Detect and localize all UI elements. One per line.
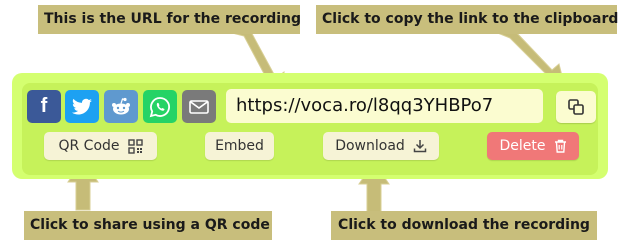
reddit-share-button[interactable] xyxy=(104,90,138,123)
recording-url-field[interactable]: https://voca.ro/l8qq3YHBPo7 xyxy=(226,89,543,123)
download-label: Download xyxy=(335,138,405,154)
copy-icon xyxy=(568,99,584,115)
reddit-icon xyxy=(112,97,130,114)
whatsapp-share-button[interactable] xyxy=(143,90,177,123)
callout-copy-text: Click to copy the link to the clipboard xyxy=(322,11,619,27)
download-button[interactable]: Download xyxy=(323,132,439,160)
facebook-icon: f xyxy=(40,95,48,117)
callout-url: This is the URL for the recording xyxy=(38,5,301,34)
email-share-button[interactable] xyxy=(182,90,216,123)
callout-qr-text: Click to share using a QR code xyxy=(30,217,270,233)
twitter-icon xyxy=(72,98,92,114)
callout-copy: Click to copy the link to the clipboard xyxy=(316,5,619,34)
qr-code-icon xyxy=(127,138,143,154)
qr-code-button[interactable]: QR Code xyxy=(44,132,157,160)
delete-button[interactable]: Delete xyxy=(487,132,579,160)
embed-button[interactable]: Embed xyxy=(205,132,274,160)
delete-label: Delete xyxy=(499,138,546,154)
qr-code-label: QR Code xyxy=(58,138,120,154)
callout-download-text: Click to download the recording xyxy=(338,217,590,233)
callout-url-text: This is the URL for the recording xyxy=(44,11,302,27)
envelope-icon xyxy=(189,99,209,114)
facebook-share-button[interactable]: f xyxy=(27,90,61,123)
embed-label: Embed xyxy=(215,138,264,154)
callout-download: Click to download the recording xyxy=(331,211,597,240)
download-icon xyxy=(413,140,427,153)
copy-link-button[interactable] xyxy=(556,91,596,123)
twitter-share-button[interactable] xyxy=(65,90,99,123)
trash-icon xyxy=(554,139,566,153)
callout-qr: Click to share using a QR code xyxy=(24,211,272,240)
whatsapp-icon xyxy=(149,96,170,117)
